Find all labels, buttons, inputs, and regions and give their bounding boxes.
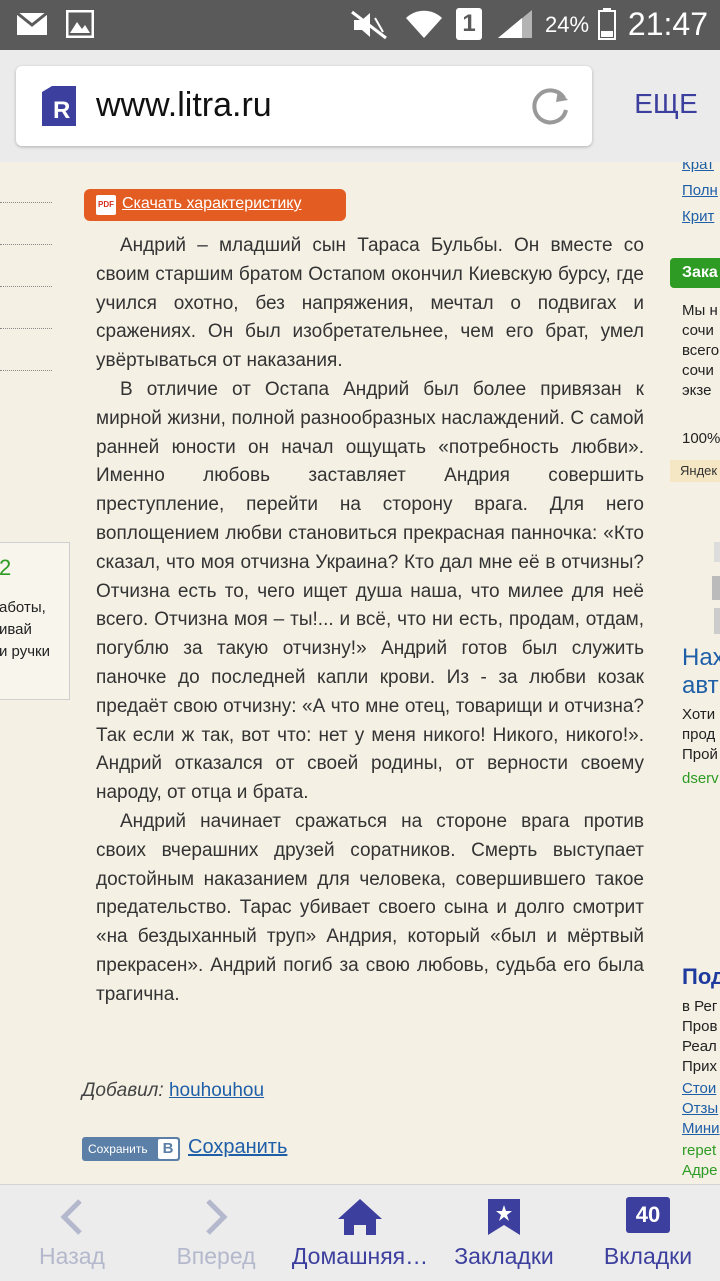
vk-save-button[interactable]: Сохранить B bbox=[82, 1137, 180, 1161]
status-bar: 1 24% 21:47 bbox=[0, 0, 720, 50]
author-link[interactable]: houhouhou bbox=[169, 1080, 264, 1101]
wifi-icon bbox=[406, 10, 442, 38]
home-label: Домашняя… bbox=[291, 1243, 429, 1269]
promo-text: сочи bbox=[682, 322, 714, 339]
yandex-label: Яндек bbox=[670, 460, 720, 482]
left-ad-text: аботы, bbox=[0, 599, 46, 616]
svg-text:R: R bbox=[53, 97, 70, 124]
left-divider bbox=[0, 328, 52, 329]
save-link[interactable]: Сохранить bbox=[188, 1136, 287, 1159]
promo-text: сочи bbox=[682, 362, 714, 379]
ad-address: Адре bbox=[682, 1162, 718, 1179]
status-time: 21:47 bbox=[627, 6, 708, 42]
promo-text: экзе bbox=[682, 382, 712, 399]
ad-domain[interactable]: repet bbox=[682, 1142, 716, 1159]
mail-icon bbox=[16, 12, 48, 35]
ad-text: Прих bbox=[682, 1058, 718, 1075]
mute-icon bbox=[351, 10, 387, 40]
ad-title[interactable]: Нах bbox=[682, 644, 720, 672]
battery-icon bbox=[598, 8, 616, 40]
promo-text: всего bbox=[682, 342, 720, 359]
pdf-icon: PDF bbox=[96, 195, 116, 215]
left-divider bbox=[0, 244, 52, 245]
author-line: Добавил: houhouhou bbox=[82, 1080, 264, 1102]
browser-toolbar: R www.litra.ru ЕЩЕ bbox=[0, 50, 720, 162]
ad-link[interactable]: Мини bbox=[682, 1120, 720, 1137]
ad-link[interactable]: Стои bbox=[682, 1080, 716, 1097]
ad-text: прод bbox=[682, 726, 716, 743]
sidebar-link[interactable]: Крат bbox=[682, 162, 714, 173]
download-label: Скачать характеристику bbox=[122, 195, 302, 212]
order-button[interactable]: Зака bbox=[670, 258, 720, 288]
forward-label: Вперед bbox=[176, 1243, 256, 1269]
percent-text: 100% bbox=[682, 430, 720, 447]
sidebar-link[interactable]: Полн bbox=[682, 182, 718, 199]
left-divider bbox=[0, 370, 52, 371]
url-text[interactable]: www.litra.ru bbox=[96, 86, 272, 125]
home-button[interactable]: Домашняя… bbox=[288, 1185, 432, 1281]
back-arrow-icon bbox=[60, 1199, 82, 1235]
back-label: Назад bbox=[39, 1243, 105, 1269]
ad-text: в Рег bbox=[682, 998, 718, 1015]
more-menu-button[interactable]: ЕЩЕ bbox=[620, 88, 712, 120]
ad-title[interactable]: Под bbox=[682, 964, 720, 990]
vk-icon: B bbox=[158, 1139, 178, 1159]
ad-title[interactable]: авт bbox=[682, 672, 719, 700]
tabs-label: Вкладки bbox=[603, 1243, 693, 1269]
forward-arrow-icon bbox=[206, 1199, 228, 1235]
right-sidebar: Крат Полн Крит Зака Мы н сочи всего сочи… bbox=[668, 162, 720, 1184]
ad-text: Хоти bbox=[682, 706, 716, 723]
article-paragraph: В отличие от Остапа Андрий был более при… bbox=[96, 378, 644, 804]
left-divider bbox=[0, 286, 52, 287]
ad-domain[interactable]: dserv bbox=[682, 770, 719, 787]
sim-icon: 1 bbox=[456, 8, 482, 40]
site-logo-icon: R bbox=[42, 86, 76, 126]
address-bar[interactable]: R www.litra.ru bbox=[16, 66, 592, 146]
tabs-button[interactable]: 40 Вкладки bbox=[576, 1185, 720, 1281]
home-icon bbox=[338, 1199, 382, 1235]
reload-icon[interactable] bbox=[528, 84, 572, 128]
left-sidebar-ad[interactable]: 2 аботы, ивай и ручки bbox=[0, 542, 70, 700]
left-divider bbox=[0, 202, 52, 203]
article-text: Андрий – младший сын Тараса Бульбы. Он в… bbox=[96, 232, 644, 1010]
vk-save-label: Сохранить bbox=[88, 1142, 148, 1156]
article-paragraph: Андрий – младший сын Тараса Бульбы. Он в… bbox=[96, 235, 644, 372]
download-characteristic-button[interactable]: PDF Скачать характеристику bbox=[84, 189, 346, 221]
back-button[interactable]: Назад bbox=[0, 1185, 144, 1281]
ad-image bbox=[712, 542, 720, 634]
signal-icon bbox=[498, 10, 532, 38]
sidebar-link[interactable]: Крит bbox=[682, 208, 714, 225]
bookmarks-label: Закладки bbox=[454, 1243, 554, 1269]
left-ad-text: ивай bbox=[0, 621, 32, 638]
bookmarks-button[interactable]: Закладки bbox=[432, 1185, 576, 1281]
forward-button[interactable]: Вперед bbox=[144, 1185, 288, 1281]
web-page-content: 2 аботы, ивай и ручки PDF Скачать характ… bbox=[0, 162, 720, 1184]
left-ad-text: и ручки bbox=[0, 643, 50, 660]
tabs-count-icon: 40 bbox=[626, 1197, 670, 1233]
promo-text: Мы н bbox=[682, 302, 718, 319]
bottom-navigation: Назад Вперед Домашняя… Закладки 40 Вклад… bbox=[0, 1184, 720, 1281]
ad-text: Пров bbox=[682, 1018, 718, 1035]
article-paragraph: Андрий начинает сражаться на стороне вра… bbox=[96, 810, 644, 1005]
left-ad-title: 2 bbox=[0, 555, 12, 580]
ad-link[interactable]: Отзы bbox=[682, 1100, 718, 1117]
ad-text: Прой bbox=[682, 746, 718, 763]
ad-text: Реал bbox=[682, 1038, 717, 1055]
battery-percent: 24% bbox=[545, 12, 590, 37]
bookmark-icon bbox=[488, 1199, 520, 1235]
gallery-icon bbox=[66, 10, 94, 38]
author-label: Добавил: bbox=[82, 1080, 164, 1101]
